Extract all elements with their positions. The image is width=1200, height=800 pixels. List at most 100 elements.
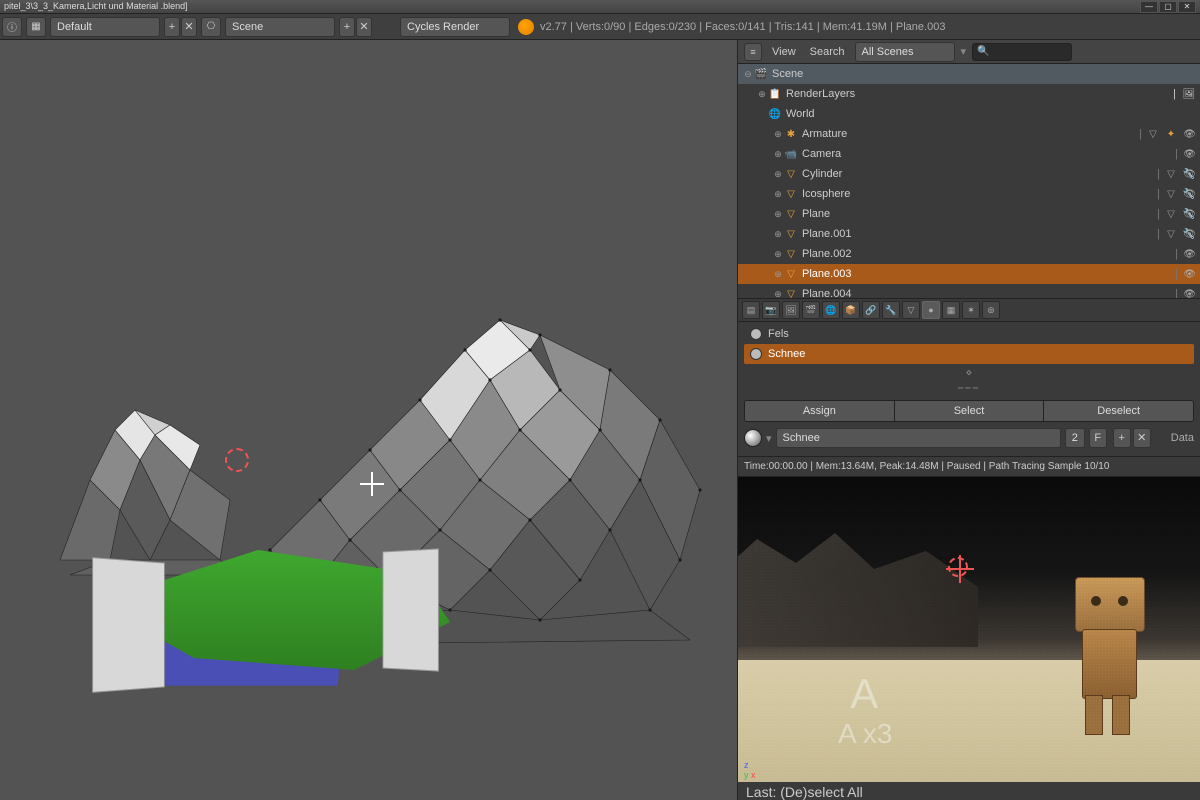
- object-type-icon: ✱: [784, 127, 798, 141]
- material-slot-fels[interactable]: Fels: [744, 324, 1194, 344]
- material-new-button[interactable]: +: [1113, 428, 1131, 448]
- material-fakeuser-button[interactable]: F: [1089, 428, 1107, 448]
- outliner-item-icosphere[interactable]: ⊕▽Icosphere|▽🔧👁: [738, 184, 1200, 204]
- scene-delete-button[interactable]: ✕: [356, 17, 372, 37]
- tab-world[interactable]: 🌐: [822, 301, 840, 319]
- maximize-button[interactable]: ▢: [1159, 1, 1177, 13]
- object-type-icon: ▽: [784, 227, 798, 241]
- outliner-editor-icon[interactable]: ≡: [744, 43, 762, 61]
- material-panel: FelsSchnee ⋄ ━━━ Assign Select Deselect …: [738, 322, 1200, 456]
- tab-renderlayers[interactable]: 🖼: [782, 301, 800, 319]
- tab-render[interactable]: 📷: [762, 301, 780, 319]
- tab-object[interactable]: 📦: [842, 301, 860, 319]
- outliner-item-plane-002[interactable]: ⊕▽Plane.002|▽👁: [738, 244, 1200, 264]
- visibility-eye-icon[interactable]: 👁: [1183, 249, 1196, 260]
- scene-browse-icon[interactable]: ⎔: [201, 17, 221, 37]
- layout-delete-button[interactable]: ✕: [181, 17, 197, 37]
- visibility-eye-icon[interactable]: 👁: [1183, 129, 1196, 140]
- tab-physics[interactable]: ⊚: [982, 301, 1000, 319]
- tab-modifiers[interactable]: 🔧: [882, 301, 900, 319]
- render-status-bar: Time:00:00.00 | Mem:13.64M, Peak:14.48M …: [738, 456, 1200, 477]
- properties-tabs: ▤ 📷 🖼 🎬 🌐 📦 🔗 🔧 ▽ ● ▦ ✶ ⊚: [738, 298, 1200, 322]
- visibility-eye-icon[interactable]: 👁: [1183, 209, 1196, 220]
- material-select-button[interactable]: Select: [895, 401, 1045, 421]
- rendered-viewport[interactable]: A A x3 zy x (56) Plane.003 Last: (De)sel…: [738, 477, 1200, 800]
- visibility-eye-icon[interactable]: 👁: [1183, 189, 1196, 200]
- material-unlink-button[interactable]: ✕: [1133, 428, 1151, 448]
- viewport-crosshair-icon: [360, 472, 384, 496]
- close-button[interactable]: ✕: [1178, 1, 1196, 13]
- material-deselect-button[interactable]: Deselect: [1044, 401, 1193, 421]
- blender-logo-icon: [518, 19, 534, 35]
- outliner-scene-row[interactable]: ⊖ 🎬 Scene: [738, 64, 1200, 84]
- properties-editor-icon[interactable]: ▤: [742, 301, 760, 319]
- outliner-item-armature[interactable]: ⊕✱Armature|▽✦▽👁: [738, 124, 1200, 144]
- object-type-icon: ▽: [784, 207, 798, 221]
- viewport-keypress-overlay: A A x3: [838, 670, 892, 750]
- scene-statistics: v2.77 | Verts:0/90 | Edges:0/230 | Faces…: [540, 21, 945, 33]
- 3d-viewport[interactable]: [0, 40, 738, 800]
- material-slot-list[interactable]: FelsSchnee: [744, 324, 1194, 364]
- panel-drag-handle[interactable]: ━━━: [744, 381, 1194, 396]
- axis-gizmo-icon: zy x: [744, 760, 756, 780]
- material-swatch-icon: [750, 348, 762, 360]
- outliner-renderlayers-row[interactable]: ⊕ 📋 RenderLayers | 🖼: [738, 84, 1200, 104]
- scene-add-button[interactable]: +: [339, 17, 355, 37]
- outliner-search-menu[interactable]: Search: [806, 46, 849, 58]
- object-type-icon: ▽: [784, 287, 798, 298]
- material-assign-button[interactable]: Assign: [745, 401, 895, 421]
- image-icon: 🖼: [1182, 87, 1196, 101]
- 3d-cursor-icon: [225, 448, 249, 472]
- outliner-world-row[interactable]: 🌐 World: [738, 104, 1200, 124]
- visibility-eye-icon[interactable]: 👁: [1183, 149, 1196, 160]
- material-link-label: Data: [1171, 432, 1194, 444]
- outliner-item-plane-004[interactable]: ⊕▽Plane.004|▽👁: [738, 284, 1200, 298]
- material-name-field[interactable]: Schnee: [776, 428, 1061, 448]
- outliner-panel[interactable]: ⊖ 🎬 Scene ⊕ 📋 RenderLayers | 🖼 🌐 World ⊕…: [738, 64, 1200, 298]
- world-icon: 🌐: [768, 107, 782, 121]
- preview-3d-cursor-icon: [948, 557, 968, 577]
- tab-constraints[interactable]: 🔗: [862, 301, 880, 319]
- tab-data[interactable]: ▽: [902, 301, 920, 319]
- outliner-search-input[interactable]: 🔍: [972, 43, 1072, 61]
- visibility-eye-icon[interactable]: 👁: [1183, 229, 1196, 240]
- object-type-icon: 📹: [784, 147, 798, 161]
- outliner-item-camera[interactable]: ⊕📹Camera|▽👁: [738, 144, 1200, 164]
- outliner-header: ≡ View Search All Scenes ▾ 🔍: [738, 40, 1200, 64]
- pose-icon: ✦: [1164, 127, 1178, 141]
- scene-dropdown[interactable]: Scene: [225, 17, 335, 37]
- layout-add-button[interactable]: +: [164, 17, 180, 37]
- renderlayers-icon: 📋: [768, 87, 782, 101]
- visibility-eye-icon[interactable]: 👁: [1183, 289, 1196, 299]
- window-menu-icon[interactable]: ▦: [26, 17, 46, 37]
- outliner-item-plane[interactable]: ⊕▽Plane|▽🔧👁: [738, 204, 1200, 224]
- mesh-data-icon: ▽: [1146, 127, 1160, 141]
- material-preview-icon[interactable]: [744, 429, 762, 447]
- material-user-count[interactable]: 2: [1065, 428, 1085, 448]
- editor-type-icon[interactable]: ⓘ: [2, 17, 22, 37]
- mesh-data-icon: ▽: [1164, 187, 1178, 201]
- outliner-item-plane-001[interactable]: ⊕▽Plane.001|▽🔧👁: [738, 224, 1200, 244]
- tab-scene[interactable]: 🎬: [802, 301, 820, 319]
- object-type-icon: ▽: [784, 267, 798, 281]
- tab-material[interactable]: ●: [922, 301, 940, 319]
- scene-icon: 🎬: [754, 67, 768, 81]
- outliner-display-mode[interactable]: All Scenes: [855, 42, 955, 62]
- visibility-eye-icon[interactable]: 👁: [1183, 169, 1196, 180]
- tab-texture[interactable]: ▦: [942, 301, 960, 319]
- outliner-view-menu[interactable]: View: [768, 46, 800, 58]
- minimize-button[interactable]: —: [1140, 1, 1158, 13]
- info-header: ⓘ ▦ Default + ✕ ⎔ Scene + ✕ Cycles Rende…: [0, 14, 1200, 40]
- material-slot-schnee[interactable]: Schnee: [744, 344, 1194, 364]
- window-title: pitel_3\3_3_Kamera,Licht und Material .b…: [4, 1, 188, 12]
- render-engine-dropdown[interactable]: Cycles Render: [400, 17, 510, 37]
- list-options-icon[interactable]: ⋄: [744, 364, 1194, 381]
- visibility-eye-icon[interactable]: 👁: [1183, 269, 1196, 280]
- mesh-plane-right: [383, 548, 439, 671]
- mesh-data-icon: ▽: [1164, 167, 1178, 181]
- outliner-item-cylinder[interactable]: ⊕▽Cylinder|▽🔧👁: [738, 164, 1200, 184]
- tab-particles[interactable]: ✶: [962, 301, 980, 319]
- outliner-item-plane-003[interactable]: ⊕▽Plane.003|▽👁: [738, 264, 1200, 284]
- window-titlebar: pitel_3\3_3_Kamera,Licht und Material .b…: [0, 0, 1200, 14]
- screen-layout-dropdown[interactable]: Default: [50, 17, 160, 37]
